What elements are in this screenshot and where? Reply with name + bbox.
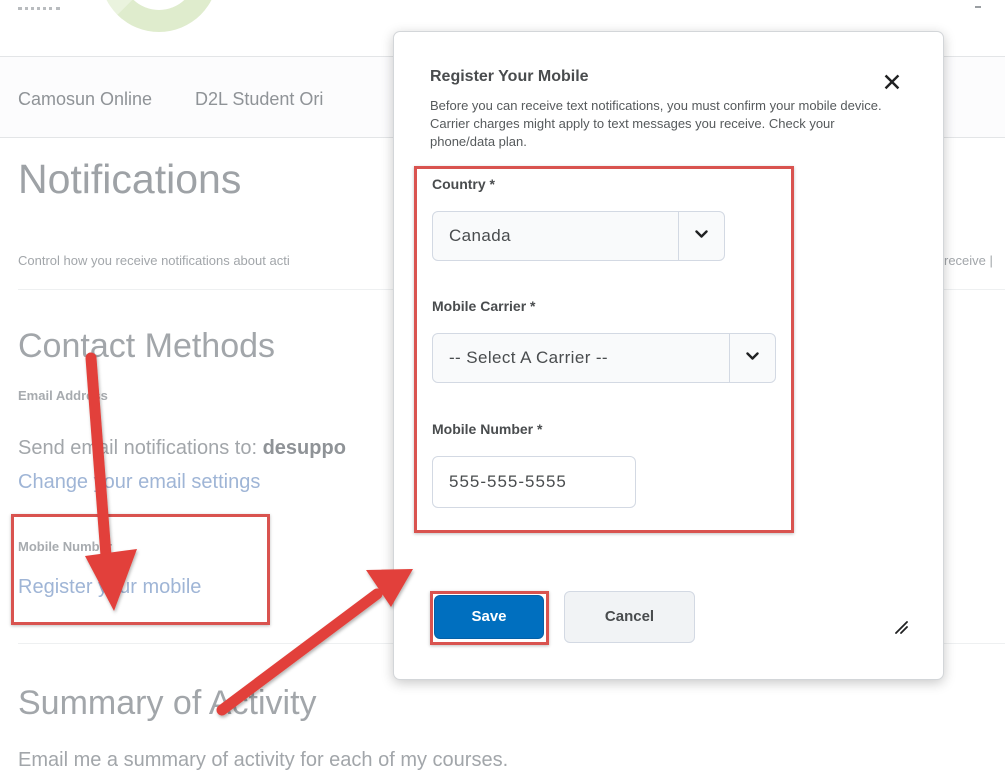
register-mobile-dialog: Register Your Mobile ✕ Before you can re… [393, 31, 944, 680]
camosun-logo [100, 0, 218, 32]
register-mobile-link[interactable]: Register your mobile [18, 576, 201, 599]
page-title: Notifications [18, 156, 242, 202]
carrier-selected-value: -- Select A Carrier -- [449, 348, 608, 367]
page-description-right: receive | [944, 253, 993, 268]
summary-text: Email me a summary of activity for each … [18, 749, 509, 771]
mobile-carrier-select[interactable]: -- Select A Carrier -- [432, 333, 776, 383]
nav-link-camosun-online[interactable]: Camosun Online [18, 89, 152, 110]
country-selected-value: Canada [449, 226, 511, 245]
mobile-number-label: Mobile Number [18, 539, 112, 554]
dialog-description: Before you can receive text notification… [430, 98, 882, 149]
carrier-dropdown-toggle[interactable] [729, 334, 775, 382]
logo-text-fragment [18, 0, 60, 10]
email-notification-text: Send email notifications to: desuppo [18, 437, 346, 459]
resize-handle-icon[interactable] [894, 620, 908, 634]
page-description: Control how you receive notifications ab… [18, 253, 290, 268]
mobile-carrier-label: Mobile Carrier * [432, 298, 536, 314]
change-email-settings-link[interactable]: Change your email settings [18, 471, 260, 494]
dialog-title: Register Your Mobile [430, 68, 589, 85]
chevron-down-icon [746, 352, 759, 360]
mobile-number-field-label: Mobile Number * [432, 421, 543, 437]
close-icon: ✕ [881, 69, 903, 97]
country-dropdown-toggle[interactable] [678, 212, 724, 260]
close-button[interactable]: ✕ [880, 69, 904, 97]
cancel-button[interactable]: Cancel [564, 591, 695, 643]
country-label: Country * [432, 176, 495, 192]
chevron-down-icon [695, 230, 708, 238]
summary-of-activity-heading: Summary of Activity [18, 684, 317, 722]
header-mark [975, 6, 981, 8]
save-button[interactable]: Save [434, 595, 544, 639]
email-address-label: Email Address [18, 388, 108, 403]
mobile-number-input[interactable]: 555-555-5555 [432, 456, 636, 508]
mobile-number-value: 555-555-5555 [449, 472, 567, 491]
nav-link-d2l-student-orientation[interactable]: D2L Student Ori [195, 89, 323, 110]
country-select[interactable]: Canada [432, 211, 725, 261]
contact-methods-heading: Contact Methods [18, 327, 276, 365]
